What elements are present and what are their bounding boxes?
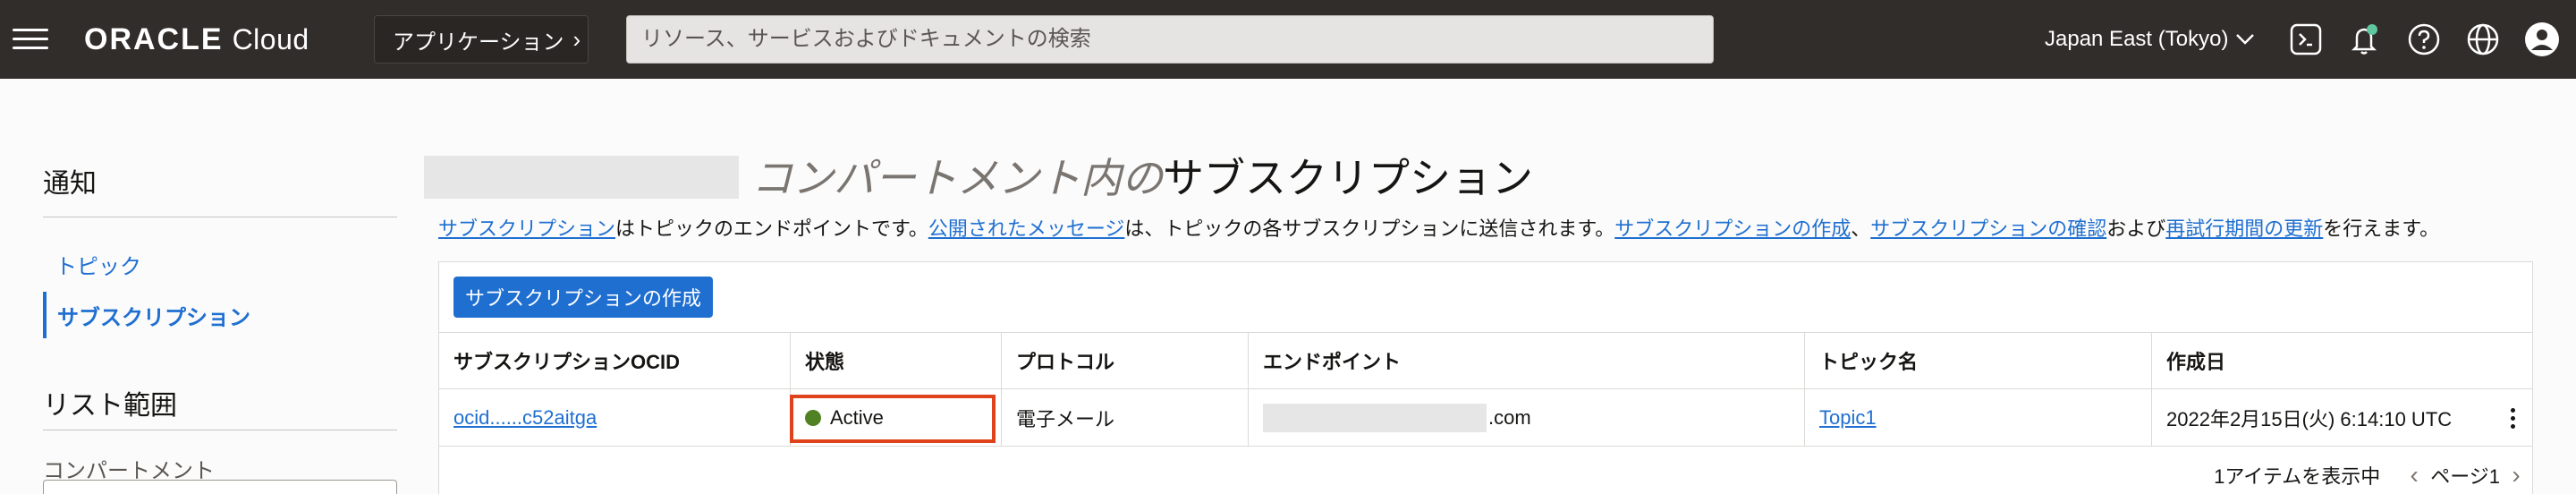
desc-text: 、: [1851, 217, 1871, 240]
compartment-select[interactable]: [43, 480, 397, 494]
row-actions-icon[interactable]: [2502, 402, 2523, 434]
published-messages-link[interactable]: 公開されたメッセージ: [928, 217, 1125, 240]
column-header-protocol[interactable]: プロトコル: [1001, 333, 1248, 388]
table-row: ocid......c52aitga Active 電子メール .com Top…: [439, 389, 2532, 447]
status-cell: Active: [790, 389, 1001, 446]
column-header-status[interactable]: 状態: [790, 333, 1001, 388]
ocid-link[interactable]: ocid......c52aitga: [453, 406, 597, 430]
sidebar-title: 通知: [43, 169, 97, 199]
create-subscription-button[interactable]: サブスクリプションの作成: [453, 277, 713, 318]
column-header-created[interactable]: 作成日: [2151, 333, 2532, 388]
menu-icon[interactable]: [13, 27, 48, 52]
created-date: 2022年2月15日(火) 6:14:10 UTC: [2166, 407, 2453, 430]
endpoint-cell: .com: [1248, 389, 1804, 446]
topic-cell: Topic1: [1804, 389, 2151, 446]
page-title-prefix: コンパートメント内の: [751, 155, 1163, 201]
column-header-endpoint[interactable]: エンドポイント: [1248, 333, 1804, 388]
page-description: サブスクリプションはトピックのエンドポイントです。公開されたメッセージは、トピッ…: [438, 213, 2439, 242]
column-header-topic[interactable]: トピック名: [1804, 333, 2151, 388]
logo-product: Cloud: [232, 22, 309, 55]
applications-label: アプリケーション: [393, 30, 564, 55]
page-title-main: サブスクリプション: [1163, 155, 1533, 201]
oracle-cloud-logo[interactable]: ORACLE Cloud: [84, 21, 309, 57]
notification-dot: [2367, 24, 2377, 35]
sidebar-item-label: サブスクリプション: [57, 305, 250, 330]
status-badge: Active: [830, 405, 884, 429]
globe-icon[interactable]: [2463, 20, 2503, 59]
items-summary: 1アイテムを表示中: [2214, 465, 2381, 488]
next-page-icon[interactable]: ›: [2500, 459, 2532, 491]
page-number: ページ1: [2430, 465, 2500, 488]
search-input[interactable]: [627, 16, 1713, 63]
status-active-icon: [805, 409, 821, 426]
column-header-ocid[interactable]: サブスクリプションOCID: [439, 333, 790, 388]
desc-text: を行えます。: [2323, 217, 2440, 240]
created-cell: 2022年2月15日(火) 6:14:10 UTC: [2151, 389, 2532, 446]
sidebar-item-topics[interactable]: トピック: [55, 249, 141, 280]
user-icon[interactable]: [2522, 20, 2562, 59]
protocol-cell: 電子メール: [1001, 389, 1248, 446]
sidebar-item-subscriptions[interactable]: サブスクリプション: [43, 292, 250, 338]
subscriptions-panel: サブスクリプションの作成 サブスクリプションOCID 状態 プロトコル エンドポ…: [438, 261, 2533, 494]
prev-page-icon[interactable]: ‹: [2398, 459, 2430, 491]
create-subscription-doc-link[interactable]: サブスクリプションの作成: [1614, 217, 1851, 240]
applications-button[interactable]: アプリケーション ›: [374, 15, 589, 64]
bell-icon[interactable]: [2345, 20, 2385, 59]
topic-link[interactable]: Topic1: [1819, 406, 1877, 430]
redacted-compartment-name: [424, 156, 739, 199]
table-header: サブスクリプションOCID 状態 プロトコル エンドポイント トピック名 作成日: [439, 332, 2532, 389]
logo-brand: ORACLE: [84, 21, 224, 56]
search-bar[interactable]: [626, 15, 1714, 64]
top-bar: ORACLE Cloud アプリケーション › Japan East (Toky…: [0, 0, 2576, 79]
page-title: コンパートメント内の サブスクリプション: [751, 150, 1533, 201]
region-selector[interactable]: Japan East (Tokyo): [2045, 21, 2255, 57]
chevron-right-icon: ›: [572, 25, 581, 53]
desc-text: および: [2106, 217, 2166, 240]
subscriptions-doc-link[interactable]: サブスクリプション: [438, 217, 615, 240]
list-scope-title: リスト範囲: [43, 391, 177, 421]
ocid-cell: ocid......c52aitga: [439, 389, 790, 446]
desc-text: はトピックのエンドポイントです。: [615, 217, 928, 240]
desc-text: は、トピックの各サブスクリプションに送信されます。: [1124, 217, 1615, 240]
confirm-subscription-doc-link[interactable]: サブスクリプションの確認: [1870, 217, 2106, 240]
cloud-shell-icon[interactable]: [2286, 20, 2326, 59]
update-retry-link[interactable]: 再試行期間の更新: [2165, 217, 2323, 240]
region-label: Japan East (Tokyo): [2045, 27, 2229, 51]
endpoint-suffix: .com: [1488, 405, 1531, 429]
chevron-down-icon: [2236, 34, 2255, 45]
pagination: 1アイテムを表示中 ‹ ページ1 ›: [2214, 457, 2532, 493]
help-icon[interactable]: [2404, 20, 2444, 59]
redacted-endpoint: [1263, 403, 1487, 432]
